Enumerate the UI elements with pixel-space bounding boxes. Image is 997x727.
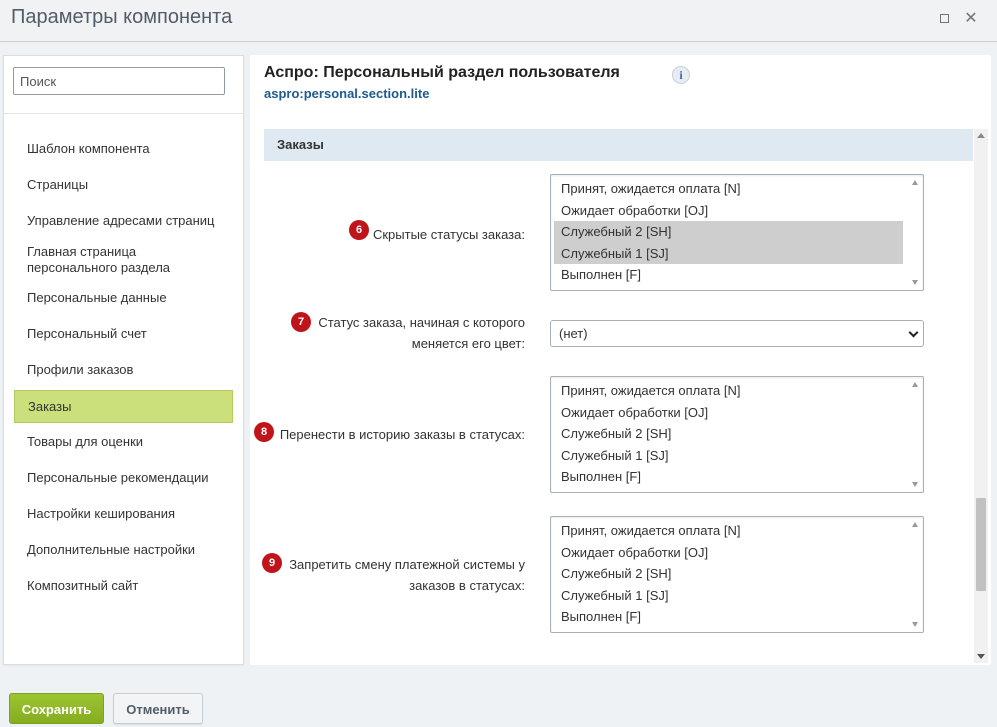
window-titlebar: Параметры компонента ✕ [0, 0, 997, 42]
payment-lock-statuses-listbox[interactable]: Принят, ожидается оплата [N] Ожидает обр… [550, 516, 924, 633]
sidebar-item-component-template[interactable]: Шаблон компонента [14, 136, 233, 162]
component-code: aspro:personal.section.lite [264, 86, 430, 101]
field-number-badge: 9 [262, 553, 282, 573]
field-number-badge: 6 [349, 220, 369, 240]
listbox-option[interactable]: Выполнен [F] [554, 466, 903, 488]
info-icon[interactable]: i [672, 66, 690, 84]
sidebar-item-label: Персональный счет [27, 326, 147, 341]
sidebar-item-cache-settings[interactable]: Настройки кеширования [14, 501, 233, 527]
save-button[interactable]: Сохранить [9, 693, 104, 724]
search-input[interactable] [13, 67, 225, 95]
sidebar-item-label: Товары для оценки [27, 434, 144, 449]
sidebar-item-label: Композитный сайт [27, 578, 139, 593]
field-number-badge: 7 [291, 312, 311, 332]
sidebar-item-label: Персональные рекомендации [27, 470, 209, 485]
scroll-up-icon[interactable] [977, 133, 985, 138]
field-label: Перенести в историю заказы в статусах: [279, 427, 525, 442]
sidebar-item-label: Шаблон компонента [27, 141, 150, 156]
listbox-option-selected[interactable]: Служебный 2 [SH] [554, 221, 903, 243]
dialog-footer: Сохранить Отменить [0, 680, 997, 727]
field-label-line: заказов в статусах: [409, 578, 525, 593]
sidebar-item-label: Профили заказов [27, 362, 134, 377]
section-header: Заказы [264, 129, 973, 161]
field-label-line: Запретить смену платежной системы у [289, 557, 525, 572]
main-scrollbar[interactable] [974, 129, 988, 663]
sidebar-item-orders[interactable]: Заказы [14, 390, 233, 423]
history-statuses-listbox[interactable]: Принят, ожидается оплата [N] Ожидает обр… [550, 376, 924, 493]
scroll-up-icon[interactable] [912, 522, 918, 527]
scroll-down-icon[interactable] [912, 482, 918, 487]
scroll-down-icon[interactable] [912, 622, 918, 627]
listbox-option[interactable]: Принят, ожидается оплата [N] [554, 380, 903, 402]
component-title: Аспро: Персональный раздел пользователя [264, 64, 620, 81]
cancel-button[interactable]: Отменить [113, 693, 203, 724]
main-panel: Аспро: Персональный раздел пользователя … [250, 55, 991, 665]
chevron-down-icon [908, 327, 919, 338]
listbox-option[interactable]: Служебный 1 [SJ] [554, 585, 903, 607]
hidden-statuses-listbox[interactable]: Принят, ожидается оплата [N] Ожидает обр… [550, 174, 924, 291]
maximize-icon[interactable] [935, 10, 953, 28]
sidebar-item-label: Настройки кеширования [27, 506, 176, 521]
listbox-option[interactable]: Служебный 2 [SH] [554, 563, 903, 585]
sidebar-item-label: Страницы [27, 177, 89, 192]
sidebar-item-pages[interactable]: Страницы [14, 172, 233, 198]
field-label-line: меняется его цвет: [411, 336, 525, 351]
sidebar: Шаблон компонента Страницы Управление ад… [3, 55, 244, 665]
close-icon[interactable]: ✕ [962, 10, 980, 28]
sidebar-item-composite-site[interactable]: Композитный сайт [14, 573, 233, 599]
scrollbar-thumb[interactable] [976, 498, 986, 591]
listbox-option[interactable]: Принят, ожидается оплата [N] [554, 520, 903, 542]
scroll-up-icon[interactable] [912, 382, 918, 387]
sidebar-item-label: Заказы [28, 398, 72, 414]
listbox-option-selected[interactable]: Служебный 1 [SJ] [554, 242, 903, 264]
field-label: Запретить смену платежной системы у зака… [289, 554, 525, 596]
sidebar-item-personal-data[interactable]: Персональные данные [14, 285, 233, 311]
sidebar-item-label: Персональные данные [27, 290, 167, 305]
sidebar-item-url-management[interactable]: Управление адресами страниц [14, 208, 233, 234]
listbox-option[interactable]: Ожидает обработки [OJ] [554, 542, 903, 564]
sidebar-item-personal-main-page[interactable]: Главная страница персонального раздела [14, 242, 233, 278]
field-label: Статус заказа, начиная с которого меняет… [318, 312, 525, 354]
listbox-option[interactable]: Выполнен [F] [554, 264, 903, 286]
listbox-option[interactable]: Служебный 2 [SH] [554, 423, 903, 445]
listbox-option[interactable]: Принят, ожидается оплата [N] [554, 178, 903, 200]
sidebar-item-label: Главная страница персонального раздела [27, 244, 171, 275]
sidebar-divider [4, 113, 243, 114]
select-value: (нет) [559, 326, 588, 341]
window-title: Параметры компонента [11, 6, 233, 28]
listbox-option[interactable]: Ожидает обработки [OJ] [554, 200, 903, 222]
scroll-down-icon[interactable] [912, 280, 918, 285]
listbox-option[interactable]: Выполнен [F] [554, 606, 903, 628]
sidebar-item-products-for-rating[interactable]: Товары для оценки [14, 429, 233, 455]
scroll-up-icon[interactable] [912, 180, 918, 185]
color-status-select[interactable]: (нет) [550, 320, 924, 347]
sidebar-item-label: Управление адресами страниц [27, 213, 215, 228]
listbox-option[interactable]: Ожидает обработки [OJ] [554, 402, 903, 424]
scroll-down-icon[interactable] [977, 654, 985, 659]
sidebar-item-label: Дополнительные настройки [27, 542, 196, 557]
sidebar-item-personal-recommendations[interactable]: Персональные рекомендации [14, 465, 233, 491]
listbox-option[interactable]: Служебный 1 [SJ] [554, 445, 903, 467]
field-label: Скрытые статусы заказа: [372, 227, 525, 242]
sidebar-item-personal-account[interactable]: Персональный счет [14, 321, 233, 347]
field-label-line: Статус заказа, начиная с которого [318, 315, 525, 330]
sidebar-item-additional-settings[interactable]: Дополнительные настройки [14, 537, 233, 563]
field-number-badge: 8 [254, 422, 274, 442]
sidebar-item-order-profiles[interactable]: Профили заказов [14, 357, 233, 383]
